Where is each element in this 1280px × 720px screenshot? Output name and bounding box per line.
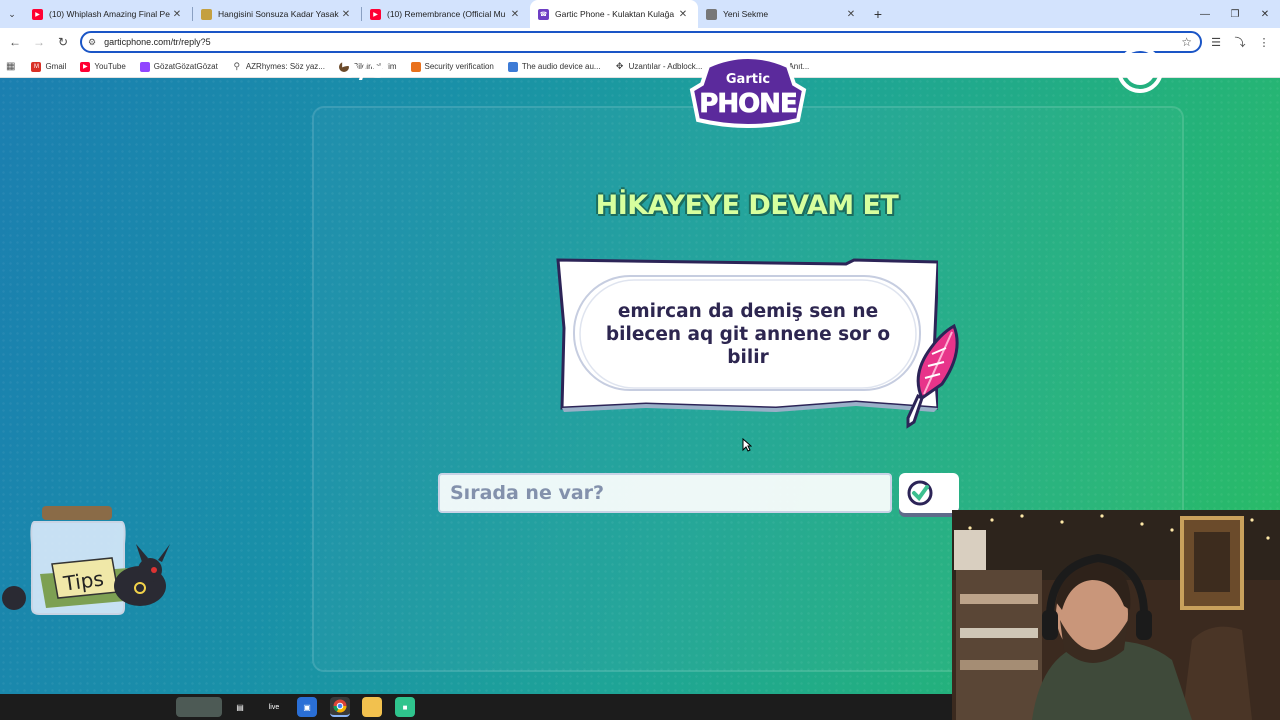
bookmark-label: YouTube [94,62,126,71]
bookmark-label: The audio device au... [521,62,601,71]
bookmark-item[interactable]: ▶ YouTube [80,61,126,72]
search-icon: ⚲ [231,61,242,72]
youtube-icon: ▶ [80,61,91,72]
window-controls: — ❐ ✕ [1190,0,1280,28]
toolbar-actions: ☰ ⤵ ⋮ [1204,28,1276,56]
globe-icon [507,61,518,72]
bookmark-label: Gmail [45,62,67,71]
browser-tab[interactable]: ▶ (10) Remembrance (Official Mu ✕ [362,0,530,28]
close-tab-icon[interactable]: ✕ [508,9,522,20]
site-info-icon[interactable]: ⚙ [88,37,96,48]
back-arrow-icon[interactable]: ← [3,35,27,49]
new-tab-icon[interactable]: + [866,6,890,22]
task-view-icon[interactable]: ▤ [230,697,250,717]
bookmark-item[interactable]: GözatGözatGözat [139,61,218,72]
bookmark-label: Security verification [424,62,494,71]
close-window-icon[interactable]: ✕ [1250,0,1280,28]
menu-kebab-icon[interactable]: ⋮ [1252,36,1276,49]
media-controls-icon[interactable]: ☰ [1204,36,1228,49]
browser-tab[interactable]: Yeni Sekme ✕ [698,0,866,28]
browser-toolbar: ← → ↻ ⚙ garticphone.com/tr/reply?5 ☆ ☰ ⤵… [0,28,1280,56]
tab-title: Yeni Sekme [723,9,769,19]
bookmark-label: AZRhymes: Söz yaz... [245,62,325,71]
gartic-phone-logo: Gartic PHONE [689,55,807,128]
reload-icon[interactable]: ↻ [51,35,75,49]
address-bar[interactable]: ⚙ garticphone.com/tr/reply?5 ☆ [80,31,1202,53]
timer-icon [1117,47,1163,93]
browser-tab-bar: ⌄ ▶ (10) Whiplash Amazing Final Pe ✕ Han… [0,0,1280,28]
bookmark-item[interactable]: Security verification [410,61,494,72]
bookmarks-bar: ▦ M Gmail ▶ YouTube GözatGözatGözat ⚲ AZRhy… [0,56,1280,78]
round-counter: 5/9 [339,50,390,85]
app-icon[interactable]: ■ [395,697,415,717]
bookmark-item[interactable]: The audio device au... [507,61,601,72]
story-input[interactable] [438,473,892,513]
live-icon[interactable]: live [264,697,284,717]
puzzle-icon: ✥ [614,61,625,72]
close-tab-icon[interactable]: ✕ [170,9,184,20]
checkmark-icon [907,480,933,506]
close-tab-icon[interactable]: ✕ [676,9,690,20]
chrome-icon [706,8,717,20]
store-icon[interactable]: ▣ [297,697,317,717]
close-tab-icon[interactable]: ✕ [339,9,353,20]
tab-title: (10) Whiplash Amazing Final Pe [49,9,170,19]
forward-arrow-icon[interactable]: → [27,35,51,49]
gmail-icon: M [31,61,42,72]
tab-search-chevron-icon[interactable]: ⌄ [0,0,24,28]
bookmark-label: GözatGözatGözat [153,62,218,71]
chrome-logo-icon [333,699,347,713]
close-tab-icon[interactable]: ✕ [844,9,858,20]
downloads-icon[interactable]: ⤵ [1228,34,1252,50]
apps-grid-icon[interactable]: ▦ [6,61,15,72]
globe-icon [201,8,212,20]
youtube-icon: ▶ [370,8,381,20]
quill-pen-icon [906,323,959,429]
done-button[interactable] [899,473,959,513]
tab-title: (10) Remembrance (Official Mu [387,9,506,19]
logo-top-text: Gartic [726,72,770,87]
minimize-icon[interactable]: — [1190,0,1220,28]
chrome-icon[interactable] [330,697,350,717]
youtube-icon: ▶ [32,8,43,20]
shield-icon [410,61,421,72]
bookmark-star-icon[interactable]: ☆ [1181,35,1192,49]
tips-jar-overlay: Tips [2,506,170,615]
page-title: HİKAYEYE DEVAM ET [595,190,899,221]
folder-icon[interactable] [362,697,382,717]
url-text: garticphone.com/tr/reply?5 [104,37,211,47]
tab-title: Gartic Phone - Kulaktan Kulağa [555,9,675,19]
tab-title: Hangisini Sonsuza Kadar Yasakl [218,9,339,19]
gartic-phone-icon: ☎ [538,8,549,20]
twitch-icon [139,61,150,72]
browser-tab[interactable]: ▶ (10) Whiplash Amazing Final Pe ✕ [24,0,192,28]
mouse-cursor-icon [742,438,752,452]
bookmark-item[interactable]: ⚲ AZRhymes: Söz yaz... [231,61,325,72]
webcam-overlay [952,510,1280,720]
story-text: emircan da demiş sen ne bilecen aq git a… [605,301,891,368]
bookmark-item[interactable]: M Gmail [31,61,67,72]
browser-tab-active[interactable]: ☎ Gartic Phone - Kulaktan Kulağa ✕ [530,0,698,28]
restore-icon[interactable]: ❐ [1220,0,1250,28]
browser-tab[interactable]: Hangisini Sonsuza Kadar Yasakl ✕ [193,0,361,28]
logo-bottom-text: PHONE [699,89,796,119]
widgets-icon[interactable] [176,697,222,717]
